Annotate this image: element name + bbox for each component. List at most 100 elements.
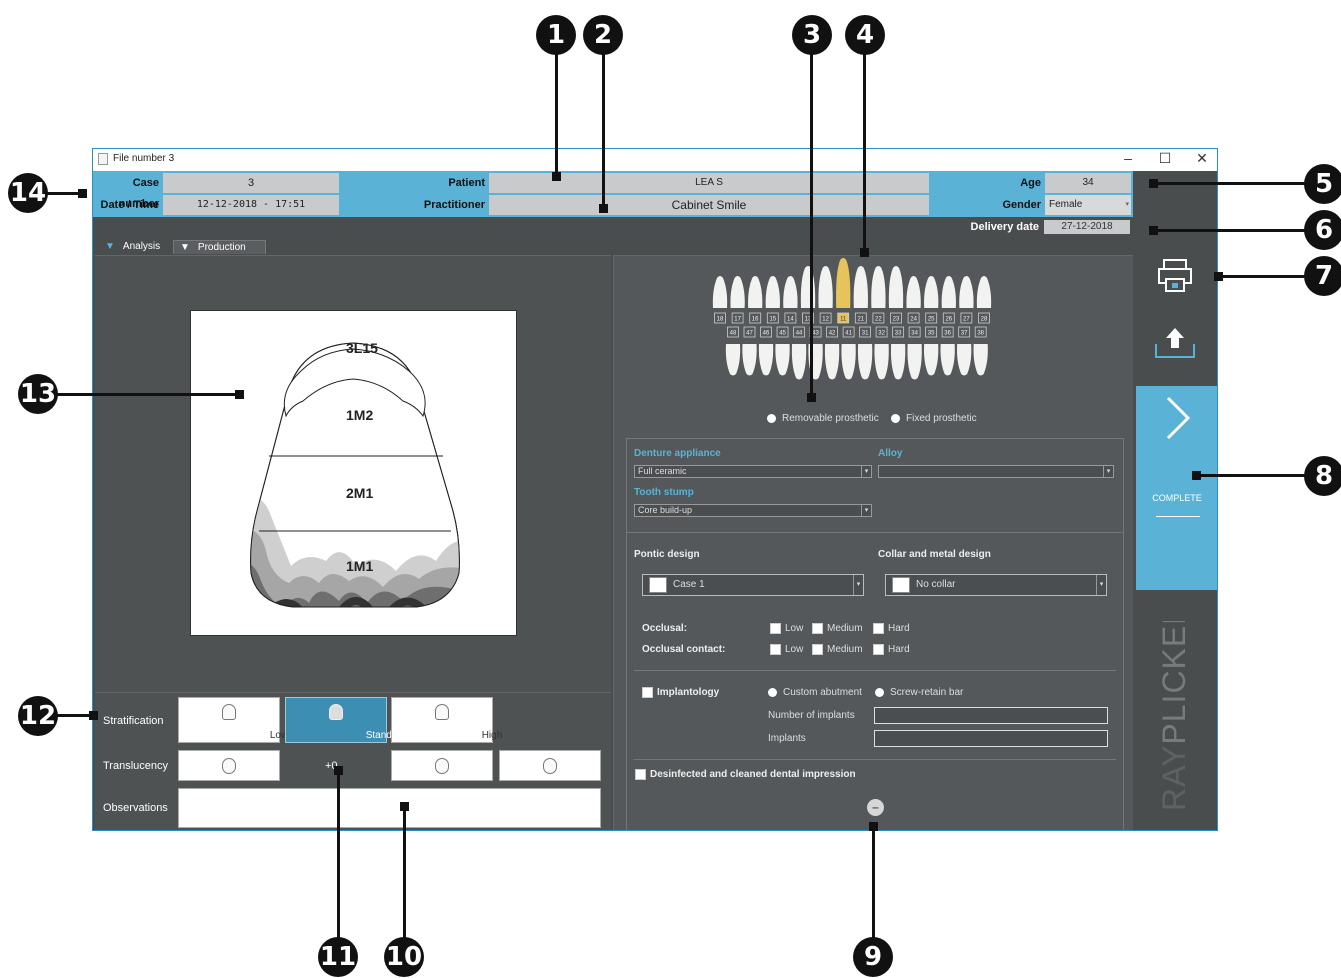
chevron-down-icon: ▾ [1103,466,1113,477]
occlusal-medium-checkbox[interactable] [812,623,823,634]
tooth-number: 25 [928,317,935,323]
maximize-button[interactable]: ☐ [1146,150,1184,167]
collar-select[interactable]: No collar ▾ [885,574,1107,596]
lower-tooth-34[interactable] [907,344,922,380]
alloy-select[interactable]: ▾ [878,465,1114,478]
case-number-label: Case number [118,177,159,210]
translucency-increase-button[interactable] [391,750,493,781]
complete-button[interactable]: COMPLETE [1136,386,1217,590]
lower-tooth-44[interactable] [791,344,807,380]
tooth-number: 36 [944,331,951,337]
screw-retain-radio[interactable] [875,688,884,697]
upper-tooth-11[interactable] [836,258,851,308]
observations-input[interactable] [178,788,601,828]
pontic-select[interactable]: Case 1 ▾ [642,574,864,596]
tooth-number: 31 [862,331,869,337]
pontic-label: Pontic design [634,549,700,560]
lower-tooth-48[interactable] [725,344,741,376]
occlusal-label: Occlusal: [642,623,688,634]
num-implants-input[interactable] [874,707,1108,724]
complete-underline [1156,516,1200,517]
lower-tooth-46[interactable] [758,344,774,376]
stump-select[interactable]: Core build-up ▾ [634,504,872,517]
divider [634,670,1116,671]
implantology-label: Implantology [657,687,720,698]
tab-analysis[interactable]: ▼ Analysis [99,240,171,254]
upper-tooth-23[interactable] [888,266,904,308]
case-number-field[interactable]: 3 [163,173,339,193]
upper-tooth-15[interactable] [765,276,780,308]
upper-tooth-18[interactable] [712,276,728,308]
implants-label: Implants [768,733,806,744]
disinfected-checkbox[interactable] [635,769,646,780]
stratification-low-option[interactable]: Low [178,697,288,743]
shade-zone-label: 2M1 [346,485,373,501]
brand-logo: RAYPLICKER [1133,601,1217,830]
upper-tooth-16[interactable] [748,276,763,308]
upper-tooth-22[interactable] [871,266,886,308]
lower-tooth-41[interactable] [841,344,856,380]
divider [626,532,1124,533]
occlusal-hard-checkbox[interactable] [873,623,884,634]
tooth-number: 47 [746,331,753,337]
upload-button[interactable] [1139,322,1211,362]
lower-tooth-35[interactable] [923,344,939,376]
tooth-low-icon [222,704,236,720]
minimize-button[interactable]: – [1109,150,1147,166]
custom-abutment-radio[interactable] [768,688,777,697]
upper-tooth-14[interactable] [783,276,798,308]
age-field[interactable]: 34 [1045,173,1131,193]
occlusal-low-checkbox[interactable] [770,623,781,634]
upper-tooth-26[interactable] [941,276,956,308]
lower-tooth-33[interactable] [890,344,906,380]
tooth-number: 22 [875,317,882,323]
gender-select[interactable]: Female ▾ [1045,195,1131,215]
lower-tooth-37[interactable] [957,344,972,376]
upper-tooth-17[interactable] [730,276,745,308]
lower-tooth-38[interactable] [973,344,988,376]
leader-end [860,248,869,257]
lower-tooth-32[interactable] [874,344,889,380]
patient-label: Patient [448,177,485,189]
translucency-reset-button[interactable] [499,750,601,781]
lower-tooth-47[interactable] [742,344,757,376]
upper-tooth-24[interactable] [906,276,921,308]
tab-production[interactable]: ▼ Production [173,240,266,254]
upper-tooth-12[interactable] [818,266,833,308]
upper-tooth-21[interactable] [853,266,868,308]
lower-tooth-45[interactable] [775,344,790,376]
contact-low-checkbox[interactable] [770,644,781,655]
lower-tooth-36[interactable] [940,344,955,376]
lower-tooth-31[interactable] [857,344,873,380]
lower-tooth-42[interactable] [824,344,840,380]
translucency-decrease-button[interactable] [178,750,280,781]
denture-select[interactable]: Full ceramic ▾ [634,465,872,478]
delivery-date-field[interactable]: 27-12-2018 [1044,220,1130,234]
callout-12: 12 [18,696,58,736]
date-time-field[interactable]: 12-12-2018 - 17:51 [163,195,339,215]
divider [634,759,1116,760]
collapse-button[interactable]: – [867,799,884,816]
stratification-high-option[interactable]: High [391,697,502,743]
upper-tooth-13[interactable] [800,266,816,308]
implants-input[interactable] [874,730,1108,747]
rayplicker-logo: RAYPLICKER [1156,601,1192,811]
implantology-checkbox[interactable] [642,687,653,698]
stratification-standard-option[interactable]: Standard [285,697,406,743]
callout-5: 5 [1304,164,1341,204]
pontic-icon [649,577,667,593]
level-label: Hard [888,644,910,655]
tooth-number: 38 [977,331,984,337]
upper-tooth-28[interactable] [976,276,992,308]
print-button[interactable] [1139,255,1211,295]
contact-hard-checkbox[interactable] [873,644,884,655]
fixed-radio[interactable] [891,414,900,423]
close-button[interactable]: ✕ [1183,150,1217,167]
callout-9: 9 [853,937,893,977]
tooth-number: 48 [730,331,737,337]
dental-chart: 18 17 16 15 14 13 12 11 21 22 23 24 25 26 27 2848 47 46 45… [712,258,992,380]
contact-medium-checkbox[interactable] [812,644,823,655]
upper-tooth-25[interactable] [924,276,939,308]
upper-tooth-27[interactable] [959,276,974,308]
removable-radio[interactable] [767,414,776,423]
